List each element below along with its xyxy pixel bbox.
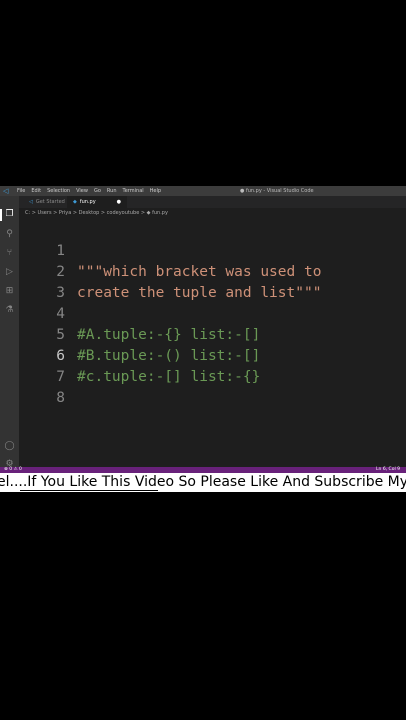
- source-control-icon[interactable]: ⑂: [4, 248, 15, 259]
- explorer-icon[interactable]: ❐: [4, 209, 15, 220]
- subscribe-ticker: el....If You Like This Video So Please L…: [0, 473, 406, 492]
- line-text: """which bracket was used to: [77, 264, 322, 280]
- account-icon[interactable]: ◯: [4, 441, 15, 452]
- code-line: 2 create the tuple and list""": [19, 241, 321, 301]
- menu-edit[interactable]: Edit: [31, 186, 41, 196]
- menu-terminal[interactable]: Terminal: [123, 186, 144, 196]
- line-text: #B.tuple:-() list:-[]: [77, 348, 261, 364]
- code-editor[interactable]: 1 """which bracket was used to 2 create …: [19, 218, 406, 467]
- line-text: #A.tuple:-{} list:-[]: [77, 327, 261, 343]
- unsaved-dot-icon[interactable]: ●: [117, 196, 121, 208]
- tab-label: Get Started: [35, 199, 65, 205]
- code-line: 8: [19, 367, 71, 406]
- testing-icon[interactable]: ⚗: [4, 305, 15, 316]
- vscode-window: ◁ File Edit Selection View Go Run Termin…: [0, 186, 406, 473]
- line-text: #c.tuple:-[] list:-{}: [77, 369, 261, 385]
- code-line: 7: [19, 346, 71, 385]
- activity-bar: ❐ ⚲ ⑂ ▷ ⊞ ⚗ ◯ ⚙: [0, 196, 19, 469]
- extensions-icon[interactable]: ⊞: [4, 286, 15, 297]
- code-line: 4 #A.tuple:-{} list:-[]: [19, 283, 260, 343]
- code-line: 5 #B.tuple:-() list:-[]: [19, 304, 260, 364]
- breadcrumb[interactable]: C: > Users > Priya > Desktop > codeyoutu…: [25, 209, 168, 217]
- tab-get-started[interactable]: ◁ Get Started: [23, 196, 71, 208]
- code-line: 6 #c.tuple:-[] list:-{}: [19, 325, 260, 385]
- line-number: 8: [56, 390, 65, 406]
- tab-fun-py[interactable]: ◆ fun.py ●: [67, 196, 127, 208]
- ticker-underline: [20, 490, 158, 491]
- menu-file[interactable]: File: [17, 186, 25, 196]
- active-indicator: [0, 209, 2, 221]
- run-debug-icon[interactable]: ▷: [4, 267, 15, 278]
- menu-selection[interactable]: Selection: [47, 186, 70, 196]
- code-line: 3: [19, 262, 71, 301]
- menu-help[interactable]: Help: [150, 186, 161, 196]
- vscode-logo-icon: ◁: [3, 187, 9, 195]
- line-text: create the tuple and list""": [77, 285, 322, 301]
- code-line: 1 """which bracket was used to: [19, 220, 321, 280]
- title-bar: ◁ File Edit Selection View Go Run Termin…: [0, 186, 406, 196]
- tab-label: fun.py: [79, 199, 96, 205]
- python-file-icon: ◆: [73, 199, 77, 205]
- menu-go[interactable]: Go: [94, 186, 101, 196]
- window-title: ● fun.py - Visual Studio Code: [240, 188, 314, 194]
- search-icon[interactable]: ⚲: [4, 229, 15, 240]
- vscode-icon: ◁: [29, 199, 33, 205]
- editor-tabs: ◁ Get Started ◆ fun.py ●: [19, 196, 406, 208]
- menu-run[interactable]: Run: [107, 186, 117, 196]
- menu-bar: File Edit Selection View Go Run Terminal…: [17, 186, 161, 196]
- menu-view[interactable]: View: [76, 186, 88, 196]
